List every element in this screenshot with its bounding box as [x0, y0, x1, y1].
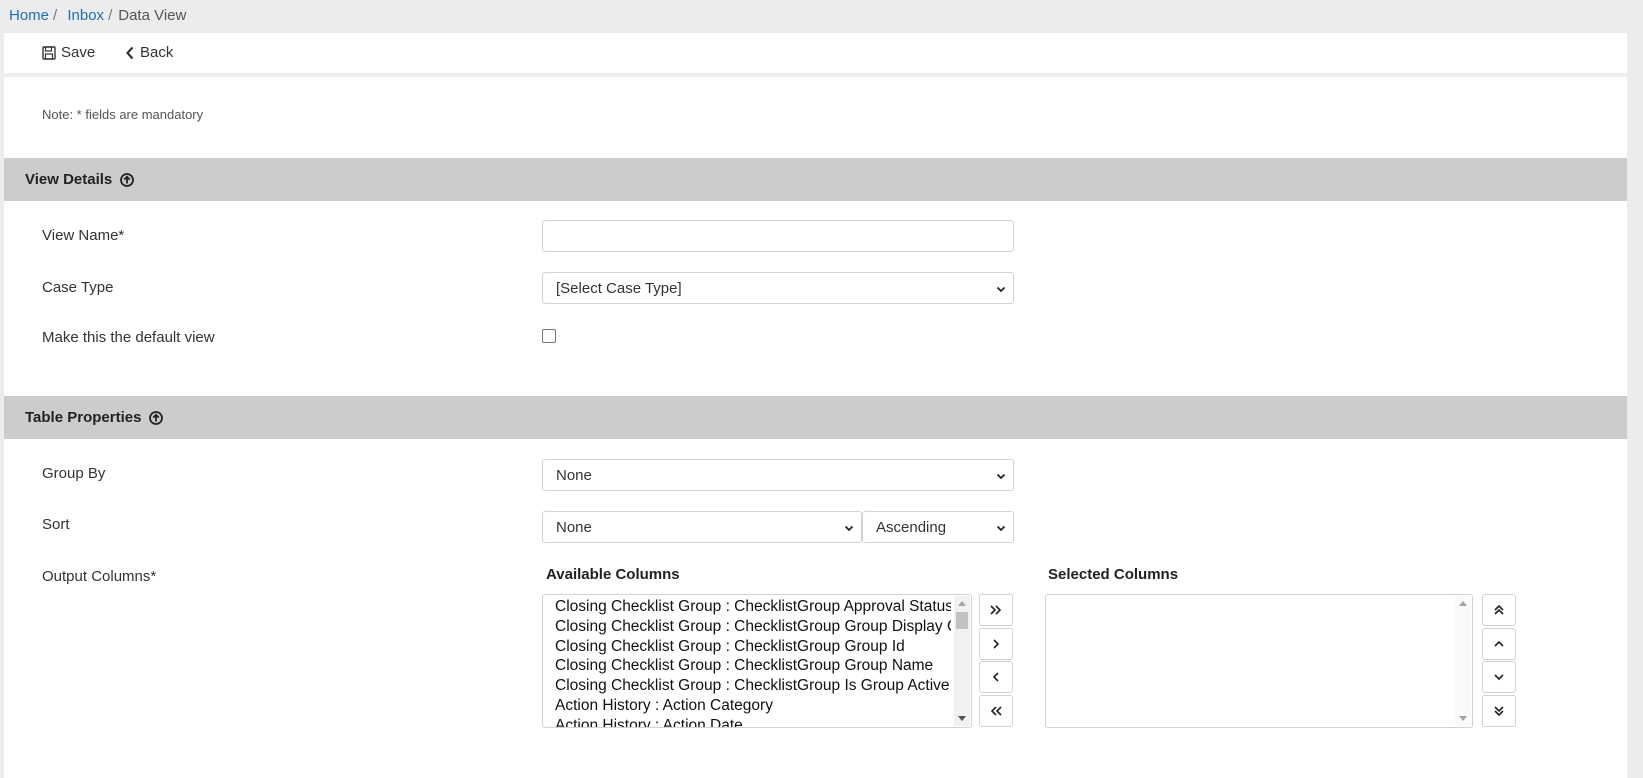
scroll-up-arrow-icon[interactable]: [958, 601, 966, 606]
view-details-header[interactable]: View Details: [4, 158, 1627, 201]
chevron-right-icon: [993, 639, 1000, 649]
list-item[interactable]: Closing Checklist Group : ChecklistGroup…: [555, 676, 951, 696]
group-by-label: Group By: [42, 465, 106, 482]
chevron-down-icon: [996, 286, 1006, 293]
sort-field-select[interactable]: None: [542, 511, 862, 543]
save-button-label: Save: [61, 44, 96, 61]
breadcrumb-inbox-link[interactable]: Inbox: [67, 7, 104, 24]
sort-field-selected-value: None: [556, 518, 592, 536]
list-item[interactable]: Closing Checklist Group : ChecklistGroup…: [555, 617, 951, 637]
available-columns-list[interactable]: Closing Checklist Group : ChecklistGroup…: [542, 594, 972, 728]
back-button-label: Back: [140, 44, 174, 61]
scroll-down-arrow-icon[interactable]: [958, 716, 966, 721]
list-item[interactable]: Closing Checklist Group : ChecklistGroup…: [555, 637, 951, 657]
default-view-checkbox[interactable]: [542, 329, 556, 343]
double-chevron-down-icon: [1494, 706, 1504, 717]
case-type-label: Case Type: [42, 279, 114, 296]
case-type-selected-value: [Select Case Type]: [556, 279, 682, 297]
list-item[interactable]: Action History : Action Category: [555, 696, 951, 716]
selected-columns-label: Selected Columns: [1048, 566, 1179, 583]
breadcrumb-separator: /: [53, 7, 58, 24]
breadcrumb: Home / Inbox / Data View: [0, 0, 1643, 32]
available-columns-scrollbar[interactable]: [954, 596, 970, 726]
scroll-down-arrow-icon[interactable]: [1459, 716, 1467, 721]
remove-all-columns-button[interactable]: [979, 695, 1013, 727]
add-column-button[interactable]: [979, 628, 1013, 660]
double-chevron-right-icon: [990, 605, 1002, 615]
remove-column-button[interactable]: [979, 661, 1013, 693]
move-to-bottom-button[interactable]: [1482, 695, 1516, 727]
output-columns-label: Output Columns*: [42, 568, 157, 585]
breadcrumb-home-link[interactable]: Home: [9, 7, 49, 24]
table-properties-title: Table Properties: [25, 409, 142, 426]
circle-arrow-up-icon[interactable]: [120, 172, 135, 187]
selected-columns-list[interactable]: [1045, 594, 1473, 728]
selected-columns-scrollbar[interactable]: [1455, 596, 1471, 726]
back-button[interactable]: Back: [125, 33, 173, 73]
add-all-columns-button[interactable]: [979, 594, 1013, 626]
sort-label: Sort: [42, 516, 70, 533]
data-view-panel: Save Back Note: * fields are mandatory V…: [4, 33, 1627, 778]
chevron-down-icon: [844, 525, 854, 532]
chevron-down-icon: [1494, 674, 1504, 681]
move-down-button[interactable]: [1482, 661, 1516, 693]
list-item[interactable]: Closing Checklist Group : ChecklistGroup…: [555, 656, 951, 676]
list-item[interactable]: Closing Checklist Group : ChecklistGroup…: [555, 597, 951, 617]
circle-arrow-up-icon[interactable]: [149, 410, 164, 425]
scroll-up-arrow-icon[interactable]: [1459, 601, 1467, 606]
table-properties-header[interactable]: Table Properties: [4, 396, 1627, 439]
available-columns-label: Available Columns: [546, 566, 680, 583]
view-details-title: View Details: [25, 171, 113, 188]
mandatory-note: Note: * fields are mandatory: [42, 107, 204, 122]
floppy-disk-icon: [42, 46, 56, 60]
default-view-label: Make this the default view: [42, 329, 215, 346]
save-button[interactable]: Save: [42, 33, 95, 73]
sort-order-select[interactable]: Ascending: [862, 511, 1014, 543]
view-name-label: View Name*: [42, 227, 125, 244]
chevron-up-icon: [1494, 640, 1504, 647]
breadcrumb-separator: /: [108, 7, 113, 24]
double-chevron-left-icon: [990, 706, 1002, 716]
move-up-button[interactable]: [1482, 628, 1516, 660]
case-type-select[interactable]: [Select Case Type]: [542, 272, 1014, 304]
double-chevron-up-icon: [1494, 604, 1504, 615]
chevron-left-icon: [126, 46, 134, 60]
scrollbar-thumb[interactable]: [956, 612, 968, 629]
group-by-select[interactable]: None: [542, 459, 1014, 491]
chevron-down-icon: [996, 473, 1006, 480]
view-name-input[interactable]: [542, 220, 1014, 252]
chevron-left-icon: [992, 672, 999, 682]
chevron-down-icon: [996, 525, 1006, 532]
move-to-top-button[interactable]: [1482, 594, 1516, 626]
toolbar: Save Back: [4, 33, 1627, 77]
breadcrumb-current: Data View: [118, 7, 187, 24]
sort-order-selected-value: Ascending: [876, 518, 947, 536]
group-by-selected-value: None: [556, 466, 592, 484]
list-item[interactable]: Action History : Action Date: [555, 716, 951, 727]
